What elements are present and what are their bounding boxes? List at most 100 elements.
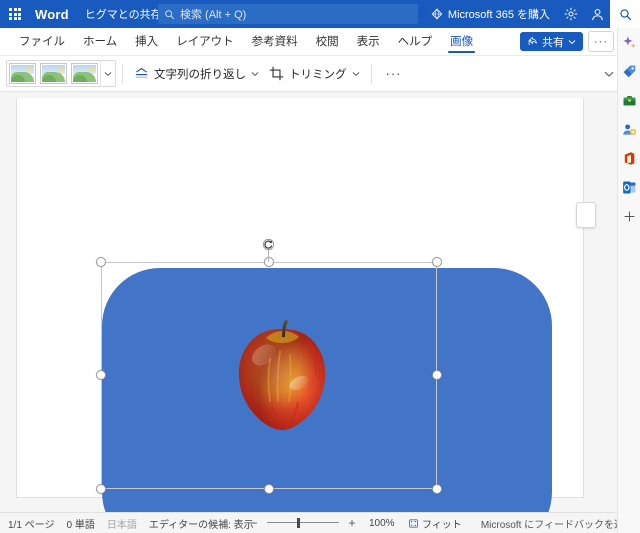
- crop-label: トリミング: [289, 68, 347, 81]
- title-bar-right-group: Microsoft 365 を購入: [423, 0, 640, 28]
- fit-label: フィット: [422, 519, 462, 531]
- person-icon: [591, 8, 603, 20]
- gear-icon: [564, 7, 578, 21]
- thumb-sun: [28, 67, 32, 71]
- handle-top-left[interactable]: [96, 257, 106, 267]
- briefcase-icon[interactable]: [618, 90, 640, 110]
- right-app-rail: [617, 28, 640, 533]
- picture-style-2[interactable]: [40, 63, 67, 84]
- title-bar: Word ヒグマとの共存 検索 (Alt + Q) Microsoft 365 …: [0, 0, 640, 28]
- handle-bottom-left[interactable]: [96, 484, 106, 494]
- zoom-level[interactable]: 100%: [369, 518, 395, 529]
- buy-microsoft365-button[interactable]: Microsoft 365 を購入: [423, 0, 558, 28]
- toolbar-divider: [122, 63, 123, 84]
- office-icon[interactable]: [618, 148, 640, 168]
- zoom-slider[interactable]: [267, 517, 339, 529]
- ribbon-tab-bar: ファイル ホーム 挿入 レイアウト 参考資料 校閲 表示 ヘルプ 画像 共有 ·…: [0, 28, 640, 56]
- document-canvas[interactable]: [0, 92, 625, 512]
- tab-view[interactable]: 表示: [348, 29, 389, 55]
- share-label: 共有: [542, 36, 564, 49]
- outlook-icon[interactable]: [618, 177, 640, 197]
- tab-home[interactable]: ホーム: [74, 29, 126, 55]
- title-search-button[interactable]: [610, 0, 640, 28]
- app-launcher-button[interactable]: [0, 0, 30, 28]
- add-app-icon[interactable]: [618, 206, 640, 226]
- settings-button[interactable]: [558, 0, 584, 28]
- outlook-icon-glyph: [622, 181, 635, 193]
- fit-icon: [409, 518, 418, 528]
- handle-bottom-center[interactable]: [264, 484, 274, 494]
- wrap-text-button[interactable]: 文字列の折り返し: [129, 61, 264, 87]
- document-body: ▲ ▼: [0, 92, 640, 512]
- plus-icon: [623, 210, 635, 222]
- wrap-text-label: 文字列の折り返し: [154, 68, 246, 81]
- tab-file[interactable]: ファイル: [10, 29, 74, 55]
- office-icon-glyph: [624, 151, 634, 165]
- tab-help[interactable]: ヘルプ: [389, 29, 442, 55]
- zoom-slider-knob[interactable]: [297, 518, 300, 528]
- ribbon-more-options-button[interactable]: ···: [588, 31, 614, 52]
- picture-style-3[interactable]: [71, 63, 98, 84]
- tab-picture[interactable]: 画像: [441, 29, 482, 55]
- picture-styles-gallery[interactable]: [6, 60, 116, 87]
- app-name: Word: [35, 6, 69, 22]
- wrap-text-icon: [135, 68, 148, 78]
- chevron-down-icon: [568, 39, 576, 44]
- zoom-control: − + 100% フィット Microsoft にフィードバックを送信: [248, 513, 634, 533]
- tag-icon-glyph: [623, 65, 635, 77]
- chevron-down-icon: [604, 71, 614, 77]
- chevron-down-icon: [104, 71, 112, 76]
- status-bar: 1/1 ページ 0 単語 日本語 エディターの候補: 表示 − + 100% フ…: [0, 512, 640, 533]
- layout-options-button[interactable]: [576, 202, 596, 228]
- editor-suggestions[interactable]: エディターの候補: 表示: [149, 516, 254, 531]
- handle-middle-right[interactable]: [432, 370, 442, 380]
- document-page[interactable]: [16, 98, 584, 512]
- crop-button[interactable]: トリミング: [264, 61, 365, 87]
- account-button[interactable]: [584, 0, 610, 28]
- buy-microsoft365-label: Microsoft 365 を購入: [447, 9, 550, 21]
- zoom-in-button[interactable]: +: [346, 517, 358, 529]
- picture-style-1[interactable]: [9, 63, 36, 84]
- tab-layout[interactable]: レイアウト: [167, 29, 243, 55]
- search-input[interactable]: 検索 (Alt + Q): [158, 4, 418, 24]
- toolbar-divider: [370, 63, 372, 84]
- fit-button[interactable]: フィット: [408, 516, 462, 531]
- handle-top-right[interactable]: [432, 257, 442, 267]
- toolbar-overflow-button[interactable]: ···: [378, 61, 410, 87]
- feedback-link[interactable]: Microsoft にフィードバックを送信: [481, 516, 634, 531]
- tab-insert[interactable]: 挿入: [126, 29, 167, 55]
- thumb-hill-2: [42, 75, 56, 82]
- search-placeholder: 検索 (Alt + Q): [180, 9, 247, 21]
- search-icon: [165, 9, 175, 19]
- thumb-hill-2: [73, 75, 87, 82]
- sparkle-icon: [622, 35, 636, 48]
- word-count[interactable]: 0 単語: [66, 516, 94, 531]
- thumb-sun: [59, 67, 63, 71]
- zoom-slider-track: [267, 522, 339, 523]
- tag-icon[interactable]: [618, 61, 640, 81]
- chevron-down-icon: [352, 71, 359, 76]
- zoom-out-button[interactable]: −: [248, 517, 260, 529]
- crop-icon: [269, 66, 284, 81]
- page-count[interactable]: 1/1 ページ: [8, 516, 54, 531]
- thumb-sun: [90, 67, 94, 71]
- share-button[interactable]: 共有: [520, 32, 583, 51]
- picture-command-toolbar: 文字列の折り返し トリミング ···: [0, 56, 640, 92]
- rotate-handle-stem: [268, 250, 269, 262]
- handle-bottom-right[interactable]: [432, 484, 442, 494]
- copilot-icon[interactable]: [618, 32, 640, 52]
- picture-styles-more-button[interactable]: [100, 60, 115, 87]
- search-icon: [619, 8, 631, 20]
- document-title[interactable]: ヒグマとの共存: [85, 6, 162, 22]
- tab-references[interactable]: 参考資料: [243, 29, 307, 55]
- contacts-icon[interactable]: [618, 119, 640, 139]
- chevron-down-icon: [251, 71, 259, 76]
- tab-review[interactable]: 校閲: [307, 29, 348, 55]
- language-indicator[interactable]: 日本語: [107, 516, 137, 531]
- selection-frame: [96, 257, 442, 494]
- rotate-icon[interactable]: [262, 238, 275, 251]
- handle-top-center[interactable]: [264, 257, 274, 267]
- ribbon-expand-button[interactable]: [604, 56, 614, 91]
- handle-middle-left[interactable]: [96, 370, 106, 380]
- waffle-grid-icon: [9, 8, 21, 20]
